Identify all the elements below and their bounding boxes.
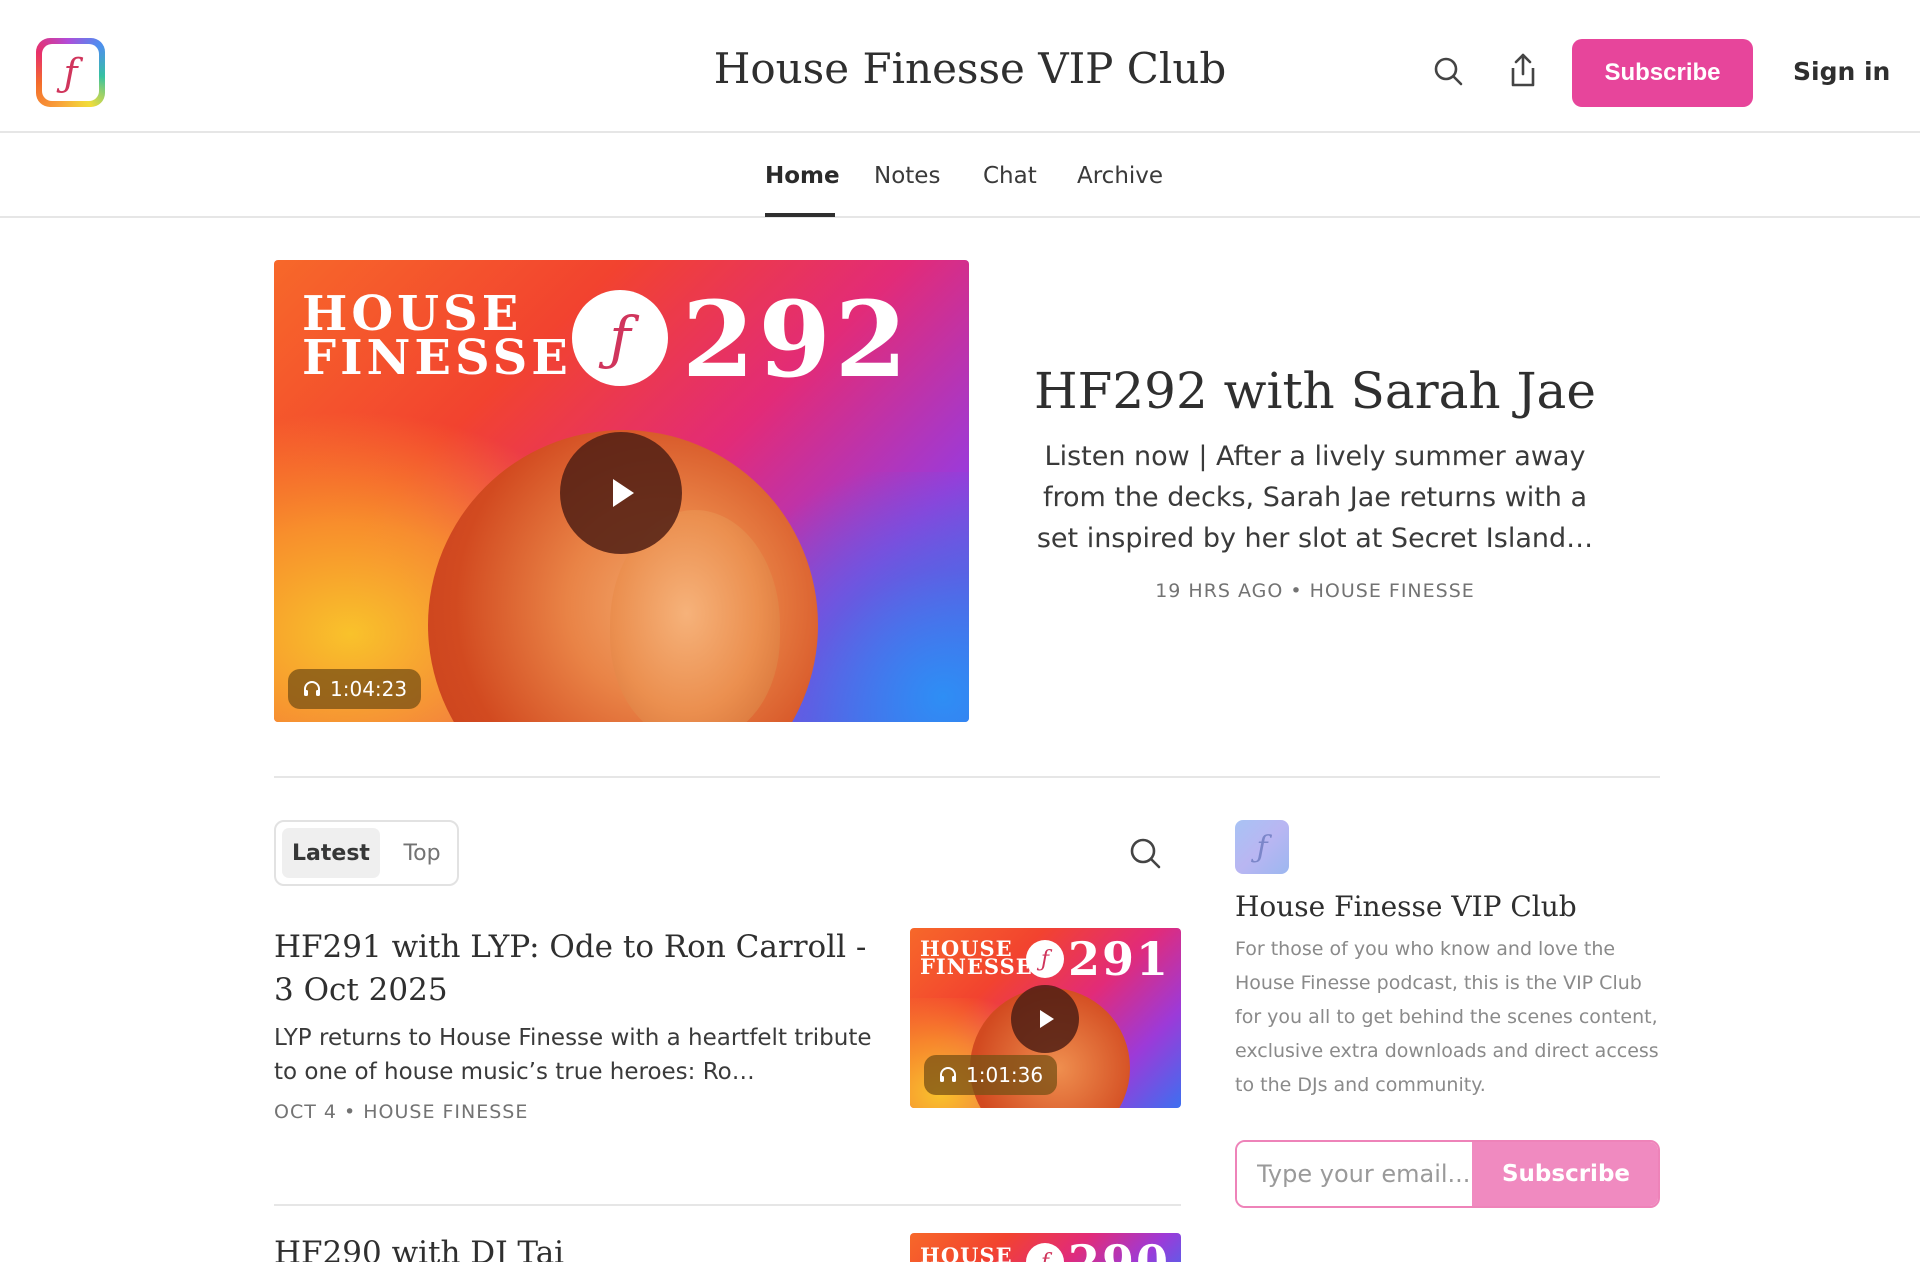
post-title[interactable]: HF291 with LYP: Ode to Ron Carroll - 3 O… [274, 926, 874, 1012]
post-thumbnail[interactable]: HOUSE ƒ 290 [910, 1233, 1181, 1262]
nav-item-home[interactable]: Home [765, 163, 840, 189]
post-title[interactable]: HF290 with DJ Tai [274, 1232, 874, 1262]
hero-duration-badge: 1:04:23 [288, 669, 422, 709]
post-meta: OCT 4 • HOUSE FINESSE [274, 1101, 529, 1123]
email-field[interactable] [1237, 1142, 1472, 1206]
thumbnail-wordmark: HOUSE FINESSE [920, 936, 1033, 979]
post-thumbnail[interactable]: HOUSE FINESSE ƒ 291 1:01:36 [910, 928, 1181, 1108]
post-play-button[interactable] [1011, 985, 1079, 1053]
sidebar-title[interactable]: House Finesse VIP Club [1235, 890, 1577, 923]
thumbnail-wordmark: HOUSE [920, 1243, 1013, 1262]
hero-art-logo: ƒ [572, 290, 668, 386]
hero-post-description: Listen now | After a lively summer away … [1036, 441, 1594, 554]
hero-play-button[interactable] [560, 432, 682, 554]
subscribe-form: Subscribe [1235, 1140, 1660, 1208]
post-duration-badge: 1:01:36 [924, 1055, 1058, 1095]
tab-top[interactable]: Top [396, 828, 448, 878]
site-header: ƒ House Finesse VIP Club Subscribe Sign … [0, 0, 1920, 133]
sidebar-subscribe-button[interactable]: Subscribe [1472, 1142, 1658, 1206]
play-icon [613, 479, 634, 507]
hero-post-image[interactable]: HOUSE FINESSE ƒ 292 1:04:23 [274, 260, 969, 722]
sidebar-publication-logo[interactable]: ƒ [1235, 820, 1289, 874]
hero-post-title[interactable]: HF292 with Sarah Jae [1000, 362, 1630, 420]
main-nav: Home Notes Chat Archive [0, 133, 1920, 218]
search-icon[interactable] [1432, 55, 1464, 87]
nav-item-archive[interactable]: Archive [1077, 163, 1163, 189]
post-divider [274, 1204, 1181, 1206]
active-tab-indicator [765, 213, 835, 217]
nav-item-chat[interactable]: Chat [983, 163, 1037, 189]
thumbnail-logo: ƒ [1026, 940, 1064, 978]
hero-art-number: 292 [682, 278, 912, 401]
header-subscribe-button[interactable]: Subscribe [1572, 39, 1753, 107]
headphones-icon [304, 681, 320, 696]
search-posts-icon[interactable] [1128, 836, 1162, 870]
thumbnail-number: 290 [1068, 1235, 1171, 1262]
tab-latest[interactable]: Latest [282, 828, 380, 878]
sidebar-description: For those of you who know and love the H… [1235, 938, 1659, 1096]
post-description: LYP returns to House Finesse with a hear… [274, 1025, 872, 1085]
thumbnail-number: 291 [1068, 932, 1171, 986]
hero-post-meta: 19 HRS AGO • HOUSE FINESSE [1155, 580, 1475, 602]
section-divider [274, 776, 1660, 778]
post-sort-tabs: Latest Top [274, 820, 459, 886]
nav-item-notes[interactable]: Notes [874, 163, 940, 189]
post-duration: 1:01:36 [966, 1063, 1044, 1087]
hero-duration: 1:04:23 [330, 677, 408, 701]
sign-in-link[interactable]: Sign in [1793, 57, 1890, 86]
hero-art-wordmark: HOUSE FINESSE [302, 286, 572, 386]
thumbnail-logo: ƒ [1026, 1243, 1064, 1262]
share-icon[interactable] [1507, 52, 1539, 88]
play-icon [1040, 1010, 1054, 1028]
headphones-icon [940, 1067, 956, 1082]
